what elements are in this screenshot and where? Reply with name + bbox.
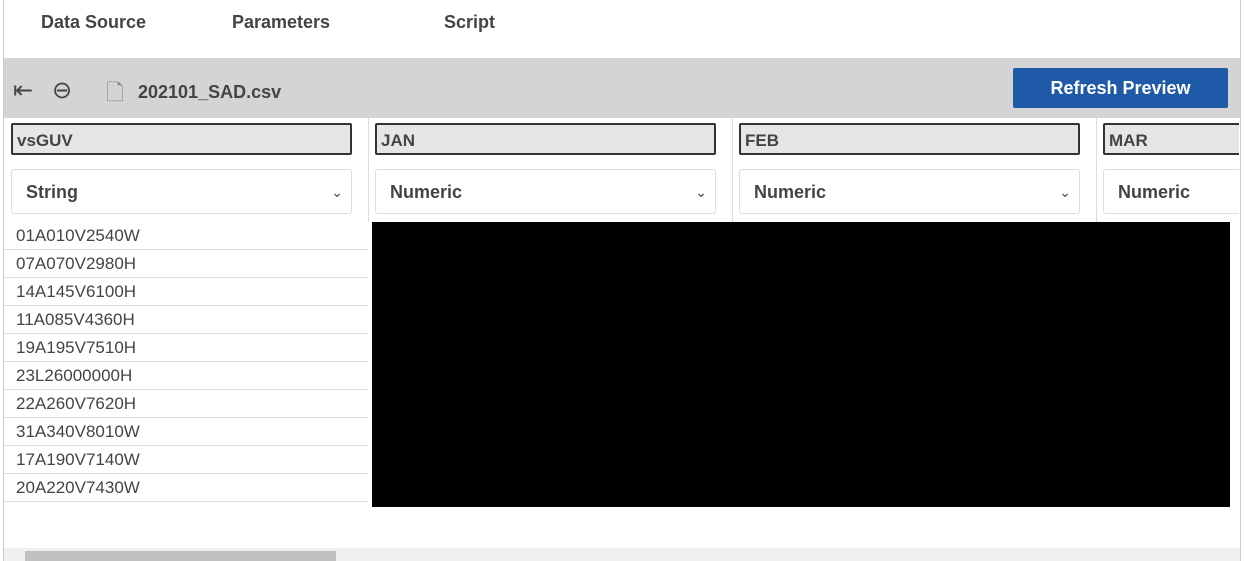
tab-parameters[interactable]: Parameters <box>232 12 330 33</box>
column-name-field[interactable]: JAN <box>375 123 716 155</box>
type-value: Numeric <box>390 182 463 202</box>
table-row: 22A260V7620H <box>4 390 368 418</box>
chevron-down-icon: ⌄ <box>331 184 343 200</box>
type-value: Numeric <box>754 182 827 202</box>
file-icon: 🗋 <box>106 80 124 105</box>
horizontal-scrollbar[interactable] <box>4 548 1240 561</box>
back-circle-icon[interactable]: ⊖ <box>52 76 72 105</box>
table-row: 31A340V8010W <box>4 418 368 446</box>
type-value: Numeric <box>1118 182 1191 202</box>
refresh-preview-button[interactable]: Refresh Preview <box>1013 68 1228 108</box>
column-name-field[interactable]: vsGUV <box>11 123 352 155</box>
table-row: 23L26000000H <box>4 362 368 390</box>
column-name-field[interactable]: MAR <box>1103 123 1239 155</box>
scrollbar-thumb[interactable] <box>25 551 336 561</box>
column-type-select[interactable]: String ⌄ <box>11 169 352 214</box>
column-type-select[interactable]: Numeric <box>1103 169 1239 214</box>
table-row: 11A085V4360H <box>4 306 368 334</box>
table-row: 19A195V7510H <box>4 334 368 362</box>
data-rows: 01A010V2540W 07A070V2980H 14A145V6100H 1… <box>4 222 368 502</box>
type-value: String <box>26 182 78 202</box>
column-header: FEB Numeric ⌄ <box>732 118 1097 222</box>
table-row: 07A070V2980H <box>4 250 368 278</box>
file-name: 202101_SAD.csv <box>138 82 282 102</box>
table-row: 14A145V6100H <box>4 278 368 306</box>
table-row: 20A220V7430W <box>4 474 368 502</box>
chevron-down-icon: ⌄ <box>1059 184 1071 200</box>
column-header: vsGUV String ⌄ <box>4 118 369 222</box>
table-row: 17A190V7140W <box>4 446 368 474</box>
redacted-region <box>372 222 1230 507</box>
tab-data-source[interactable]: Data Source <box>41 12 146 33</box>
toolbar: ⇤ ⊖ 🗋 202101_SAD.csv Refresh Preview <box>4 58 1240 118</box>
column-type-select[interactable]: Numeric ⌄ <box>739 169 1080 214</box>
column-header: MAR Numeric <box>1096 118 1239 222</box>
column-header: JAN Numeric ⌄ <box>368 118 733 222</box>
chevron-down-icon: ⌄ <box>695 184 707 200</box>
column-name-field[interactable]: FEB <box>739 123 1080 155</box>
table-row: 01A010V2540W <box>4 222 368 250</box>
tab-script[interactable]: Script <box>444 12 495 33</box>
column-type-select[interactable]: Numeric ⌄ <box>375 169 716 214</box>
first-page-icon[interactable]: ⇤ <box>13 76 33 105</box>
